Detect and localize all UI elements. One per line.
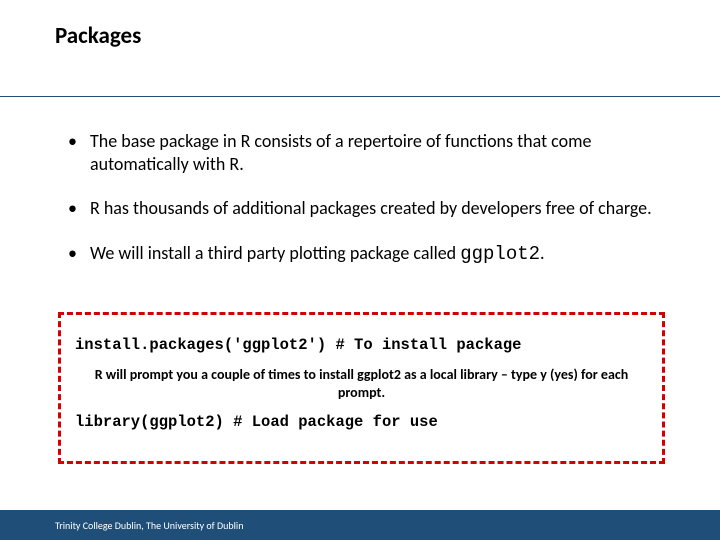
footer-text: Trinity College Dublin, The University o…: [55, 519, 243, 532]
code-install-line: install.packages('ggplot2') # To install…: [75, 336, 648, 354]
bullet-item: The base package in R consists of a repe…: [62, 130, 662, 175]
code-ggplot2: ggplot2: [460, 243, 540, 265]
code-library-line: library(ggplot2) # Load package for use: [75, 413, 648, 431]
bullet-item: We will install a third party plotting p…: [62, 242, 662, 267]
slide: Packages The base package in R consists …: [0, 0, 720, 540]
bullet-text: The base package in R consists of a repe…: [90, 130, 591, 175]
content-area: The base package in R consists of a repe…: [62, 130, 662, 288]
title-rule: [0, 96, 720, 97]
bullet-item: R has thousands of additional packages c…: [62, 197, 662, 220]
code-callout-box: install.packages('ggplot2') # To install…: [58, 312, 665, 464]
bullet-text: R has thousands of additional packages c…: [90, 197, 652, 219]
prompt-note: R will prompt you a couple of times to i…: [75, 366, 648, 401]
footer-bar: Trinity College Dublin, The University o…: [0, 510, 720, 540]
bullet-text: We will install a third party plotting p…: [90, 242, 460, 264]
bullet-list: The base package in R consists of a repe…: [62, 130, 662, 266]
slide-title: Packages: [55, 22, 141, 50]
bullet-text-suffix: .: [540, 242, 545, 264]
